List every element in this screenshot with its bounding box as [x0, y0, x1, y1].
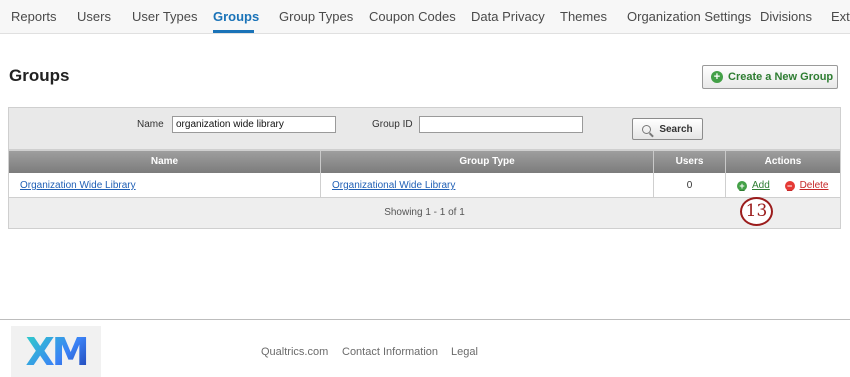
- xm-logo: XM: [11, 326, 101, 377]
- tab-groups[interactable]: Groups: [213, 9, 259, 24]
- group-type-link[interactable]: Organizational Wide Library: [332, 180, 455, 191]
- search-panel: Name Group ID Search: [8, 107, 841, 150]
- group-name-link[interactable]: Organization Wide Library: [20, 180, 136, 191]
- column-header-users[interactable]: Users: [654, 151, 726, 173]
- group-id-input[interactable]: [419, 116, 583, 133]
- cell-users: 0: [654, 173, 726, 198]
- groups-table: Name Group Type Users Actions Organizati…: [8, 150, 841, 229]
- name-input[interactable]: [172, 116, 336, 133]
- footer-divider: [0, 319, 850, 320]
- column-header-name[interactable]: Name: [9, 151, 321, 173]
- pagination-status: Showing 1 - 1 of 1: [384, 207, 465, 218]
- tab-group-types[interactable]: Group Types: [279, 9, 353, 24]
- cell-name: Organization Wide Library: [9, 173, 321, 198]
- cell-group-type: Organizational Wide Library: [321, 173, 654, 198]
- tab-reports[interactable]: Reports: [11, 9, 57, 24]
- tab-data-privacy[interactable]: Data Privacy: [471, 9, 545, 24]
- group-id-label: Group ID: [372, 119, 413, 130]
- create-group-button[interactable]: + Create a New Group: [702, 65, 838, 89]
- tab-coupon-codes[interactable]: Coupon Codes: [369, 9, 456, 24]
- minus-circle-icon: −: [784, 180, 795, 191]
- xm-logo-text: XM: [25, 329, 89, 374]
- plus-icon: +: [711, 71, 723, 83]
- tab-themes[interactable]: Themes: [560, 9, 607, 24]
- delete-action[interactable]: − Delete: [784, 173, 829, 198]
- active-tab-indicator: [213, 30, 254, 33]
- tab-users[interactable]: Users: [77, 9, 111, 24]
- table-header: Name Group Type Users Actions: [9, 151, 840, 173]
- page-title: Groups: [9, 66, 70, 85]
- tab-organization-settings[interactable]: Organization Settings: [627, 9, 751, 24]
- delete-label: Delete: [799, 180, 829, 191]
- add-label: Add: [752, 180, 770, 191]
- footer-link-qualtrics[interactable]: Qualtrics.com: [261, 346, 328, 358]
- table-row: Organization Wide Library Organizational…: [9, 173, 840, 198]
- tab-user-types[interactable]: User Types: [132, 9, 198, 24]
- column-header-actions: Actions: [764, 156, 802, 167]
- footer-link-legal[interactable]: Legal: [451, 346, 478, 358]
- search-icon: [642, 124, 652, 134]
- top-nav: Reports Users User Types Groups Group Ty…: [0, 0, 850, 34]
- search-button[interactable]: Search: [632, 118, 703, 140]
- step-callout: 13: [740, 197, 773, 226]
- name-label: Name: [137, 119, 164, 130]
- tab-extensions[interactable]: Exte: [831, 9, 850, 24]
- cell-actions: + Add − Delete: [726, 173, 840, 198]
- column-header-group-type[interactable]: Group Type: [321, 151, 654, 173]
- plus-circle-icon: +: [737, 180, 747, 191]
- create-group-label: Create a New Group: [728, 71, 834, 83]
- add-action[interactable]: + Add: [737, 173, 770, 198]
- tab-divisions[interactable]: Divisions: [760, 9, 812, 24]
- footer-link-contact[interactable]: Contact Information: [342, 346, 438, 358]
- search-button-label: Search: [659, 123, 693, 135]
